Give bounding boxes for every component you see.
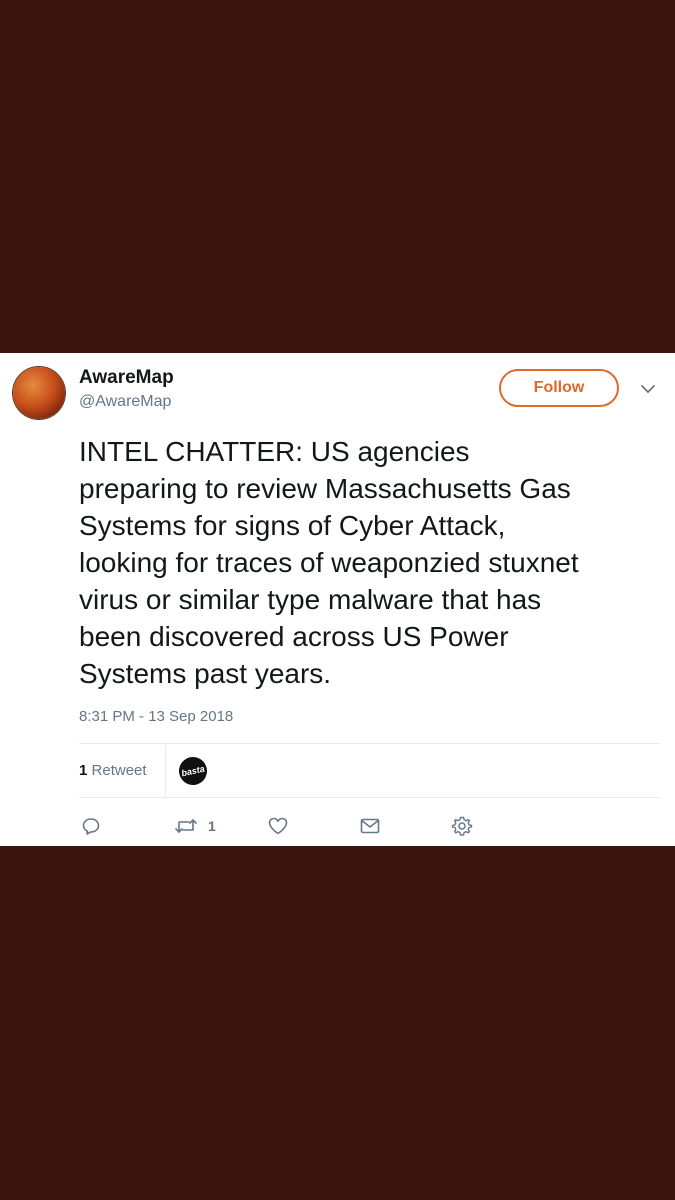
gear-icon[interactable] (451, 815, 473, 837)
stats-separator (165, 745, 166, 798)
retweeter-avatar-text: basta (180, 763, 206, 779)
chevron-down-icon[interactable] (638, 379, 658, 399)
tweet-stats: 1 Retweet basta (79, 745, 660, 798)
heart-icon[interactable] (267, 815, 289, 837)
tweet-text: INTEL CHATTER: US agencies preparing to … (79, 436, 579, 689)
display-name[interactable]: AwareMap (79, 367, 174, 389)
tweet-timestamp[interactable]: 8:31 PM - 13 Sep 2018 (79, 708, 233, 725)
retweeter-avatar[interactable]: basta (176, 754, 210, 788)
envelope-icon[interactable] (359, 815, 381, 837)
retweet-stat[interactable]: 1 Retweet (79, 762, 147, 779)
retweet-button[interactable]: 1 (174, 815, 216, 837)
divider (79, 743, 660, 744)
retweet-count: 1 (208, 818, 216, 834)
divider (79, 797, 660, 798)
retweet-stat-label: Retweet (91, 762, 147, 779)
tweet-actions: 1 (79, 811, 660, 841)
tweet-card: AwareMap @AwareMap Follow INTEL CHATTER:… (0, 353, 675, 846)
retweet-icon (174, 816, 198, 836)
reply-icon[interactable] (81, 815, 101, 837)
retweet-stat-count: 1 (79, 762, 88, 779)
follow-button[interactable]: Follow (499, 369, 619, 407)
user-handle[interactable]: @AwareMap (79, 393, 171, 411)
profile-avatar[interactable] (13, 367, 65, 419)
